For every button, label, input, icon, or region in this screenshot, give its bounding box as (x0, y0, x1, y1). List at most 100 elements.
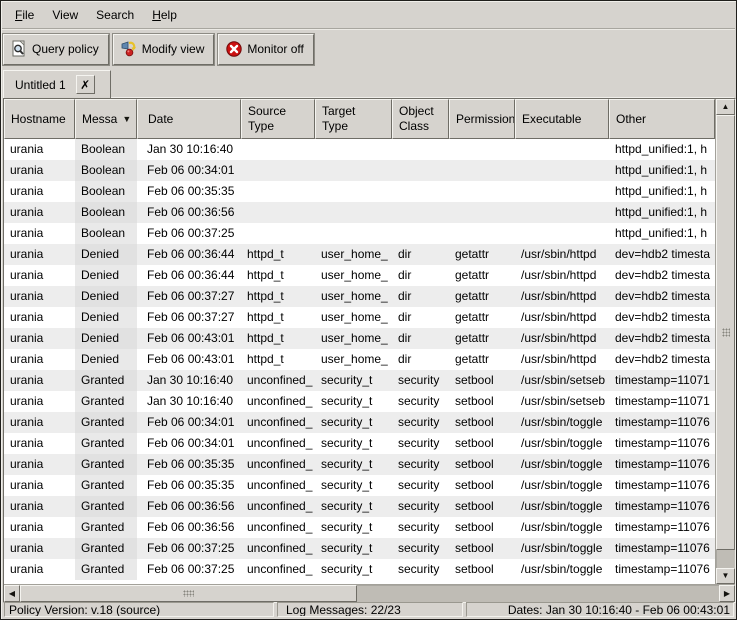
cell-message: Denied (75, 265, 137, 286)
cell-target-type: security_t (315, 412, 392, 433)
column-header-permission[interactable]: Permission (449, 99, 515, 139)
table-row[interactable]: uraniaGrantedJan 30 10:16:40unconfined_s… (4, 391, 715, 412)
cell-permission: setbool (449, 412, 515, 433)
cell-other: httpd_unified:1, h (609, 223, 715, 244)
left-arrow-icon: ◀ (9, 590, 15, 598)
cell-executable: /usr/sbin/toggle (515, 412, 609, 433)
policy-version-status: Policy Version: v.18 (source) (4, 602, 274, 617)
cell-object-class (392, 160, 449, 181)
cell-source-type: httpd_t (241, 286, 315, 307)
table-row[interactable]: uraniaDeniedFeb 06 00:37:27httpd_tuser_h… (4, 307, 715, 328)
horizontal-scroll-track[interactable] (20, 585, 719, 602)
cell-target-type (315, 223, 392, 244)
table-row[interactable]: uraniaDeniedFeb 06 00:36:44httpd_tuser_h… (4, 244, 715, 265)
cell-source-type (241, 160, 315, 181)
log-table: Hostname Messa▼DateSource TypeTarget Type… (3, 98, 736, 603)
monitor-off-button[interactable]: Monitor off (218, 34, 313, 65)
table-row[interactable]: uraniaDeniedFeb 06 00:36:44httpd_tuser_h… (4, 265, 715, 286)
cell-target-type: security_t (315, 517, 392, 538)
table-row[interactable]: uraniaDeniedFeb 06 00:37:27httpd_tuser_h… (4, 286, 715, 307)
table-row[interactable]: uraniaGrantedFeb 06 00:35:35unconfined_s… (4, 475, 715, 496)
cell-source-type: unconfined_ (241, 517, 315, 538)
table-row[interactable]: uraniaGrantedFeb 06 00:34:01unconfined_s… (4, 412, 715, 433)
cell-target-type: user_home_ (315, 286, 392, 307)
table-row[interactable]: uraniaGrantedFeb 06 00:37:25unconfined_s… (4, 538, 715, 559)
table-row[interactable]: uraniaBooleanFeb 06 00:36:56httpd_unifie… (4, 202, 715, 223)
cell-object-class: security (392, 454, 449, 475)
column-header-label: Target Type (322, 104, 355, 134)
cell-source-type: unconfined_ (241, 496, 315, 517)
table-row[interactable]: uraniaDeniedFeb 06 00:43:01httpd_tuser_h… (4, 328, 715, 349)
tab-untitled-1[interactable]: Untitled 1 ✗ (3, 70, 111, 98)
cell-permission (449, 181, 515, 202)
scroll-down-button[interactable]: ▼ (716, 568, 735, 584)
cell-executable: /usr/sbin/httpd (515, 286, 609, 307)
cell-permission: getattr (449, 349, 515, 370)
table-row[interactable]: uraniaGrantedFeb 06 00:36:56unconfined_s… (4, 517, 715, 538)
menu-file[interactable]: File (6, 5, 43, 25)
column-header-object-class[interactable]: Object Class (392, 99, 449, 139)
table-row[interactable]: uraniaGrantedFeb 06 00:35:35unconfined_s… (4, 454, 715, 475)
scroll-left-button[interactable]: ◀ (4, 585, 20, 602)
cell-permission: setbool (449, 433, 515, 454)
cell-object-class (392, 202, 449, 223)
cell-permission: getattr (449, 286, 515, 307)
cell-message: Granted (75, 433, 137, 454)
menu-search[interactable]: Search (87, 5, 143, 25)
menu-help[interactable]: Help (143, 5, 186, 25)
cell-message: Granted (75, 559, 137, 580)
table-row[interactable]: uraniaDeniedFeb 06 00:43:01httpd_tuser_h… (4, 349, 715, 370)
cell-object-class: security (392, 559, 449, 580)
cell-message: Boolean (75, 202, 137, 223)
horizontal-scroll-thumb[interactable] (20, 585, 357, 602)
cell-hostname: urania (4, 244, 75, 265)
tab-close-button[interactable]: ✗ (76, 75, 95, 94)
cell-date: Feb 06 00:36:56 (137, 496, 241, 517)
scroll-right-button[interactable]: ▶ (719, 585, 735, 602)
scrollbar-grip-icon (722, 328, 730, 337)
button-label: Modify view (142, 42, 205, 56)
cell-executable (515, 202, 609, 223)
cell-other: httpd_unified:1, h (609, 202, 715, 223)
cell-executable: /usr/sbin/toggle (515, 559, 609, 580)
vertical-scroll-thumb[interactable] (716, 115, 735, 550)
column-header-label: Hostname (11, 112, 66, 127)
column-header-source-type[interactable]: Source Type (241, 99, 315, 139)
table-row[interactable]: uraniaBooleanFeb 06 00:34:01httpd_unifie… (4, 160, 715, 181)
cell-permission (449, 160, 515, 181)
cell-other: dev=hdb2 timesta (609, 244, 715, 265)
table-row[interactable]: uraniaBooleanFeb 06 00:35:35httpd_unifie… (4, 181, 715, 202)
scroll-up-button[interactable]: ▲ (716, 99, 735, 115)
cell-source-type: httpd_t (241, 244, 315, 265)
cell-source-type: unconfined_ (241, 391, 315, 412)
cell-message: Denied (75, 328, 137, 349)
cell-object-class (392, 223, 449, 244)
column-header-date[interactable]: Date (137, 99, 241, 139)
cell-other: timestamp=11071 (609, 370, 715, 391)
table-row[interactable]: uraniaBooleanJan 30 10:16:40httpd_unifie… (4, 139, 715, 160)
column-header-hostname[interactable]: Hostname (4, 99, 75, 139)
column-header-executable[interactable]: Executable (515, 99, 609, 139)
modify-view-button[interactable]: Modify view (113, 34, 215, 65)
table-row[interactable]: uraniaGrantedJan 30 10:16:40unconfined_s… (4, 370, 715, 391)
table-row[interactable]: uraniaGrantedFeb 06 00:36:56unconfined_s… (4, 496, 715, 517)
column-header-message[interactable]: Messa▼ (75, 99, 137, 139)
vertical-scroll-track[interactable] (716, 115, 735, 568)
cell-hostname: urania (4, 160, 75, 181)
table-row[interactable]: uraniaGrantedFeb 06 00:37:25unconfined_s… (4, 559, 715, 580)
vertical-scrollbar[interactable]: ▲ ▼ (715, 99, 735, 584)
cell-object-class: security (392, 475, 449, 496)
cell-target-type: user_home_ (315, 328, 392, 349)
column-header-other[interactable]: Other (609, 99, 715, 139)
column-header-target-type[interactable]: Target Type (315, 99, 392, 139)
horizontal-scrollbar[interactable]: ◀ ▶ (4, 584, 735, 602)
cell-permission: setbool (449, 454, 515, 475)
cell-date: Feb 06 00:36:44 (137, 244, 241, 265)
table-row[interactable]: uraniaBooleanFeb 06 00:37:25httpd_unifie… (4, 223, 715, 244)
table-row[interactable]: uraniaGrantedFeb 06 00:34:01unconfined_s… (4, 433, 715, 454)
column-header-label: Executable (522, 112, 581, 127)
menu-view[interactable]: View (43, 5, 87, 25)
cell-permission: setbool (449, 538, 515, 559)
cell-date: Feb 06 00:43:01 (137, 349, 241, 370)
query-policy-button[interactable]: Query policy (3, 34, 109, 65)
